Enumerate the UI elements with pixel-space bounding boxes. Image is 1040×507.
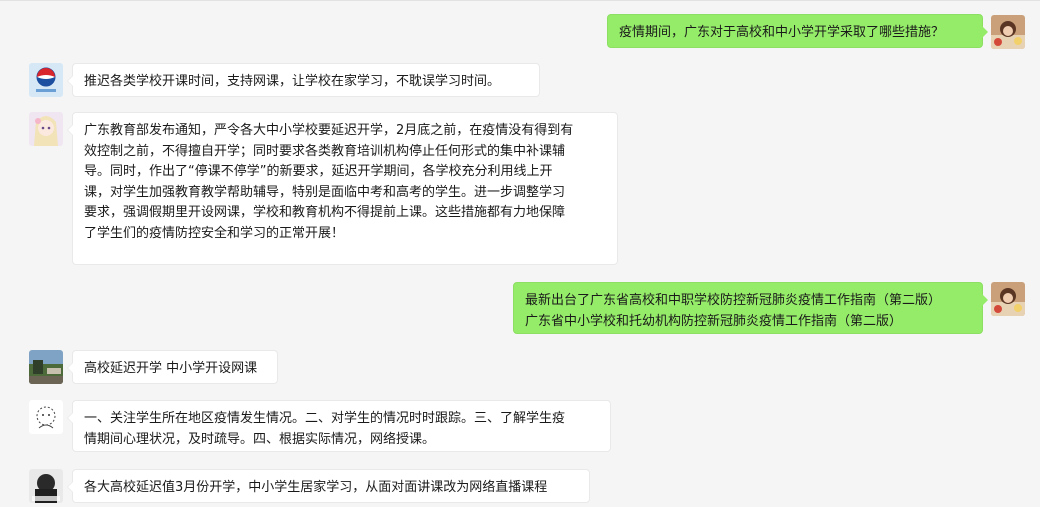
message-bubble-other[interactable]: 高校延迟开学 中小学开设网课 (67, 350, 278, 384)
message-text: 推迟各类学校开课时间，支持网课，让学校在家学习，不耽误学习时间。 (84, 74, 501, 89)
avatar-landscape-photo[interactable] (29, 350, 63, 384)
message-text-line: 效控制之前，不得擅自开学；同时要求各类教育培训机构停止任何形式的集中补课辅 (84, 143, 566, 159)
avatar-self[interactable] (991, 15, 1025, 49)
message-text-line: 课，对学生加强教育教学帮助辅导，特别是面临中考和高考的学生。进一步调整学习 (84, 184, 566, 200)
self-avatar-icon (991, 15, 1025, 49)
avatar-sketch-drawing[interactable] (29, 400, 63, 434)
message-bubble-self[interactable]: 最新出台了广东省高校和中职学校防控新冠肺炎疫情工作指南（第二版） 广东省中小学校… (513, 282, 988, 334)
message-text: 疫情期间，广东对于高校和中小学开学采取了哪些措施？ (619, 25, 945, 40)
window-top-divider (0, 0, 1040, 1)
message-text: 各大高校延迟值3月份开学，中小学生居家学习，从面对面讲课改为网络直播课程 (84, 480, 548, 495)
message-bubble-other[interactable]: 各大高校延迟值3月份开学，中小学生居家学习，从面对面讲课改为网络直播课程 (67, 469, 590, 503)
landscape-photo-icon (29, 350, 63, 384)
sketch-drawing-icon (29, 400, 63, 434)
message-text-line: 一、关注学生所在地区疫情发生情况。二、对学生的情况时时跟踪。三、了解学生疫 (84, 411, 566, 426)
self-avatar-icon (991, 282, 1025, 316)
message-text-line: 情期间心理状况，及时疏导。四、根据实际情况，网络授课。 (84, 431, 436, 447)
message-bubble-self[interactable]: 疫情期间，广东对于高校和中小学开学采取了哪些措施？ (607, 14, 988, 48)
message-text-line: 要求，强调假期里开设网课，学校和教育机构不得提前上课。这些措施都有力地保障 (84, 205, 566, 220)
message-bubble-other[interactable]: 广东教育部发布通知，严令各大中小学校要延迟开学，2月底之前，在疫情没有得到有 效… (67, 112, 618, 265)
message-bubble-other[interactable]: 一、关注学生所在地区疫情发生情况。二、对学生的情况时时跟踪。三、了解学生疫 情期… (67, 400, 611, 452)
pepsi-logo-icon (29, 63, 63, 97)
message-text-line: 了学生们的疫情防控安全和学习的正常开展！ (84, 225, 345, 241)
avatar-pepsi-logo[interactable] (29, 63, 63, 97)
message-text-line: 广东省中小学校和托幼机构防控新冠肺炎疫情工作指南（第二版） (525, 313, 903, 329)
avatar-self[interactable] (991, 282, 1025, 316)
anime-girl-icon (29, 112, 63, 146)
message-bubble-other[interactable]: 推迟各类学校开课时间，支持网课，让学校在家学习，不耽误学习时间。 (67, 63, 540, 97)
avatar-anime-girl[interactable] (29, 112, 63, 146)
message-text-line: 最新出台了广东省高校和中职学校防控新冠肺炎疫情工作指南（第二版） (525, 293, 942, 308)
message-text: 高校延迟开学 中小学开设网课 (84, 361, 258, 376)
avatar-dark-character[interactable] (29, 469, 63, 503)
message-text-line: 广东教育部发布通知，严令各大中小学校要延迟开学，2月底之前，在疫情没有得到有 (84, 123, 574, 138)
message-text-line: 导。同时，作出了“停课不停学”的新要求，延迟开学期间，各学校充分利用线上开 (84, 164, 553, 179)
dark-character-icon (29, 469, 63, 503)
